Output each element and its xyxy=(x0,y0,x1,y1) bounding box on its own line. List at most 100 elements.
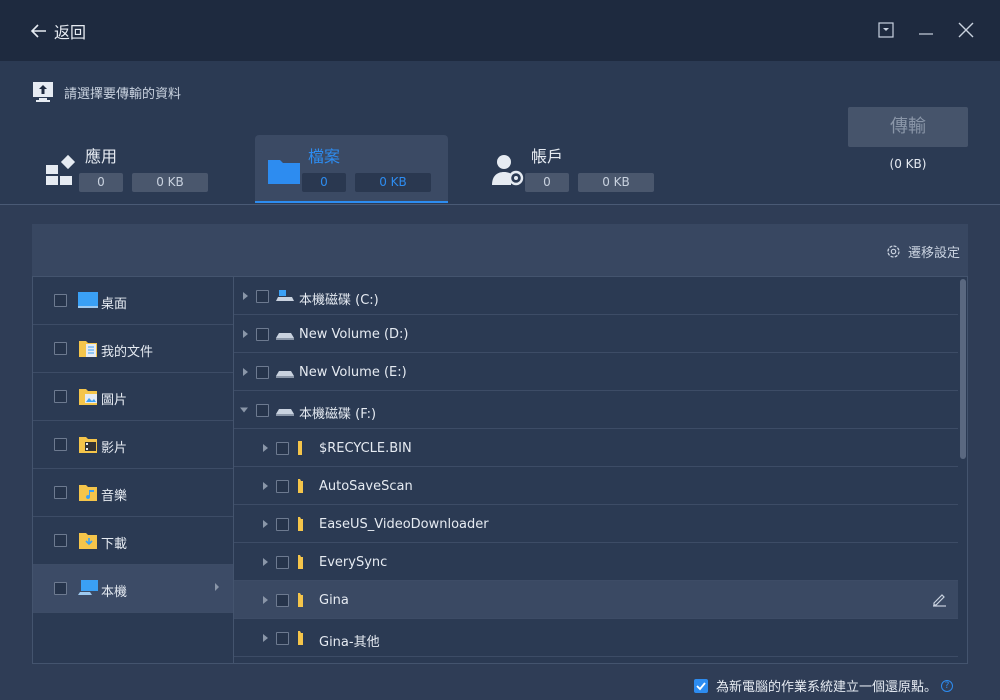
minimize-button[interactable] xyxy=(914,18,938,42)
tree-label: 本機磁碟 (C:) xyxy=(299,293,379,308)
checkbox[interactable] xyxy=(256,404,269,417)
gear-icon xyxy=(887,245,900,258)
tree-label: Gina xyxy=(319,593,349,608)
scrollbar[interactable] xyxy=(959,277,967,663)
expand-arrow-icon[interactable] xyxy=(262,482,269,490)
tree-row[interactable]: 本機磁碟 (F:) xyxy=(234,391,958,429)
category-files[interactable]: 檔案 0 0 KB xyxy=(255,135,448,203)
expand-arrow-icon[interactable] xyxy=(262,444,269,452)
folder-icon xyxy=(298,517,303,531)
music-icon xyxy=(79,485,97,501)
category-size: 0 KB xyxy=(355,173,431,192)
tree-row[interactable]: New Volume (E:) xyxy=(234,353,958,391)
tree-row[interactable]: EaseUS_VideoDownloader xyxy=(234,505,958,543)
content-area: 桌面 我的文件 圖片 影片 音樂 下載 本機 本機磁碟 (C:) New Vol… xyxy=(32,276,968,664)
expand-arrow-icon[interactable] xyxy=(262,634,269,642)
category-count: 0 xyxy=(79,173,123,192)
checkmark-icon xyxy=(696,681,706,690)
system-drive-icon xyxy=(276,290,294,301)
help-icon[interactable]: ? xyxy=(941,679,954,692)
main-panel: 遷移設定 桌面 我的文件 圖片 影片 音樂 下載 本機 本機磁碟 (C:) Ne… xyxy=(32,224,968,664)
category-accounts[interactable]: 帳戶 0 0 KB xyxy=(478,135,662,203)
folder-tree: 本機磁碟 (C:) New Volume (D:) New Volume (E:… xyxy=(234,277,958,663)
back-label: 返回 xyxy=(54,23,87,42)
tree-row[interactable]: AutoSaveScan xyxy=(234,467,958,505)
checkbox[interactable] xyxy=(54,342,67,355)
monitor-upload-icon xyxy=(33,82,53,102)
expand-arrow-icon[interactable] xyxy=(262,520,269,528)
collapse-arrow-icon[interactable] xyxy=(240,406,248,414)
tree-row[interactable]: Gina-其他 xyxy=(234,619,958,657)
checkbox[interactable] xyxy=(54,582,67,595)
restore-point-checkbox[interactable] xyxy=(694,678,708,693)
tree-row[interactable]: 本機磁碟 (C:) xyxy=(234,277,958,315)
tree-label: EaseUS_VideoDownloader xyxy=(319,517,489,532)
migration-settings-link[interactable]: 遷移設定 xyxy=(885,242,960,261)
desktop-icon xyxy=(78,292,98,308)
drive-icon xyxy=(276,409,294,416)
checkbox[interactable] xyxy=(54,438,67,451)
selection-hint: 請選擇要傳輸的資料 xyxy=(32,81,181,103)
apps-icon xyxy=(46,154,76,185)
chevron-right-icon xyxy=(215,583,219,591)
close-button[interactable] xyxy=(954,18,978,42)
category-size: 0 KB xyxy=(578,173,654,192)
expand-arrow-icon[interactable] xyxy=(262,596,269,604)
title-bar: 返回 xyxy=(0,0,1000,61)
expand-arrow-icon[interactable] xyxy=(262,558,269,566)
back-button[interactable]: 返回 xyxy=(30,19,86,43)
location-item-desktop[interactable]: 桌面 xyxy=(33,277,233,325)
location-item-music[interactable]: 音樂 xyxy=(33,469,233,517)
tree-row[interactable]: Gina xyxy=(234,581,958,619)
expand-arrow-icon[interactable] xyxy=(242,292,249,300)
close-icon xyxy=(958,22,974,38)
header-section: 請選擇要傳輸的資料 應用 0 0 KB 檔案 0 0 KB 帳戶 0 0 KB … xyxy=(0,61,1000,205)
tree-row[interactable]: EverySync xyxy=(234,543,958,581)
location-item-downloads[interactable]: 下載 xyxy=(33,517,233,565)
settings-label: 遷移設定 xyxy=(907,246,960,261)
location-list: 桌面 我的文件 圖片 影片 音樂 下載 本機 xyxy=(33,277,234,663)
computer-icon xyxy=(78,580,98,595)
checkbox[interactable] xyxy=(276,442,289,455)
location-label: 我的文件 xyxy=(101,345,154,360)
folder-icon xyxy=(298,441,302,455)
checkbox[interactable] xyxy=(276,632,289,645)
location-item-pictures[interactable]: 圖片 xyxy=(33,373,233,421)
checkbox[interactable] xyxy=(54,486,67,499)
checkbox[interactable] xyxy=(276,480,289,493)
videos-icon xyxy=(79,437,97,453)
location-label: 圖片 xyxy=(101,393,128,408)
category-apps[interactable]: 應用 0 0 KB xyxy=(32,135,216,203)
checkbox[interactable] xyxy=(276,594,289,607)
dropdown-menu-button[interactable] xyxy=(874,18,898,42)
expand-arrow-icon[interactable] xyxy=(242,368,249,376)
edit-pencil-icon[interactable] xyxy=(931,591,948,608)
tree-row[interactable]: $RECYCLE.BIN xyxy=(234,429,958,467)
location-item-this-pc[interactable]: 本機 xyxy=(33,565,233,613)
tree-label: New Volume (D:) xyxy=(299,327,409,342)
category-label: 帳戶 xyxy=(531,147,564,166)
checkbox[interactable] xyxy=(256,366,269,379)
category-label: 應用 xyxy=(85,147,118,166)
restore-point-option[interactable]: 為新電腦的作業系統建立一個還原點。 ? xyxy=(694,676,954,695)
location-item-documents[interactable]: 我的文件 xyxy=(33,325,233,373)
location-label: 下載 xyxy=(101,537,128,552)
expand-arrow-icon[interactable] xyxy=(242,330,249,338)
checkbox[interactable] xyxy=(256,328,269,341)
checkbox[interactable] xyxy=(256,290,269,303)
checkbox[interactable] xyxy=(54,294,67,307)
transfer-button[interactable]: 傳輸 xyxy=(848,107,968,147)
tree-label: AutoSaveScan xyxy=(319,479,413,494)
checkbox[interactable] xyxy=(276,518,289,531)
checkbox[interactable] xyxy=(54,534,67,547)
location-item-videos[interactable]: 影片 xyxy=(33,421,233,469)
hint-text: 請選擇要傳輸的資料 xyxy=(64,86,182,102)
tree-row[interactable]: New Volume (D:) xyxy=(234,315,958,353)
checkbox[interactable] xyxy=(54,390,67,403)
scrollbar-thumb[interactable] xyxy=(960,279,966,459)
folder-icon xyxy=(268,160,300,184)
checkbox[interactable] xyxy=(276,556,289,569)
minimize-icon xyxy=(919,33,933,35)
tree-label: 本機磁碟 (F:) xyxy=(299,407,377,422)
tree-label: EverySync xyxy=(319,555,388,570)
